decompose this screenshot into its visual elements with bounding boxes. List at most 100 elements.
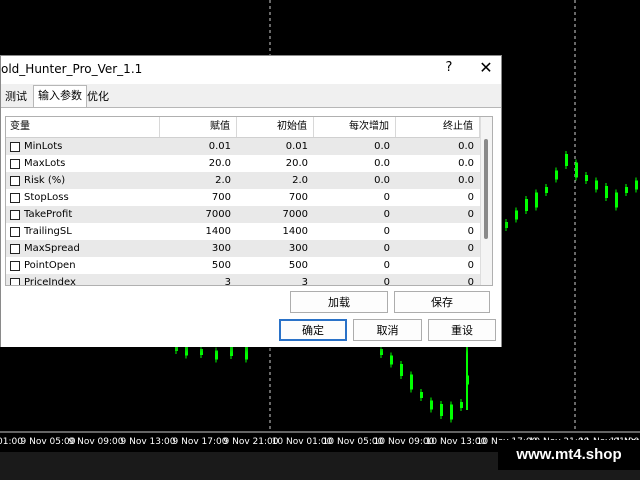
cell-value[interactable]: 3 <box>160 274 237 285</box>
time-label: 9 Nov 09:00 <box>68 437 124 447</box>
optimize-checkbox[interactable] <box>10 261 20 271</box>
column-value[interactable]: 赋值 <box>160 117 237 137</box>
cell-step[interactable]: 0 <box>314 223 396 240</box>
cell-start[interactable]: 20.0 <box>237 155 314 172</box>
table-scrollbar[interactable] <box>480 117 492 285</box>
cell-stop[interactable]: 0.0 <box>396 172 480 189</box>
table-row[interactable]: Risk (%) 2.0 2.0 0.0 0.0 <box>6 172 480 189</box>
close-button[interactable]: ✕ <box>477 58 495 77</box>
cell-step[interactable]: 0 <box>314 240 396 257</box>
ok-button[interactable]: 确定 <box>279 319 347 341</box>
cell-stop[interactable]: 0 <box>396 240 480 257</box>
variable-name: PriceIndex <box>24 277 76 286</box>
tab-inputs[interactable]: 输入参数 <box>33 85 87 108</box>
cell-value[interactable]: 300 <box>160 240 237 257</box>
variable-name: PointOpen <box>24 260 76 271</box>
column-step[interactable]: 每次增加 <box>314 117 396 137</box>
help-button[interactable]: ? <box>441 60 457 75</box>
cell-start[interactable]: 7000 <box>237 206 314 223</box>
cell-step[interactable]: 0 <box>314 189 396 206</box>
optimize-checkbox[interactable] <box>10 193 20 203</box>
cell-value[interactable]: 0.01 <box>160 138 237 155</box>
candle-body <box>390 355 393 365</box>
table-row[interactable]: TrailingSL 1400 1400 0 0 <box>6 223 480 240</box>
cell-stop[interactable]: 0 <box>396 274 480 285</box>
cell-stop[interactable]: 0 <box>396 189 480 206</box>
table-row[interactable]: StopLoss 700 700 0 0 <box>6 189 480 206</box>
column-stop[interactable]: 终止值 <box>396 117 480 137</box>
table-row[interactable]: MaxLots 20.0 20.0 0.0 0.0 <box>6 155 480 172</box>
cell-start[interactable]: 2.0 <box>237 172 314 189</box>
cell-stop[interactable]: 0.0 <box>396 155 480 172</box>
cell-start[interactable]: 700 <box>237 189 314 206</box>
optimize-checkbox[interactable] <box>10 210 20 220</box>
table-row[interactable]: PriceIndex 3 3 0 0 <box>6 274 480 286</box>
candle-body <box>505 222 508 228</box>
cell-step[interactable]: 0 <box>314 257 396 274</box>
cell-start[interactable]: 500 <box>237 257 314 274</box>
table-row[interactable]: MaxSpread 300 300 0 0 <box>6 240 480 257</box>
cell-value[interactable]: 2.0 <box>160 172 237 189</box>
variable-name: StopLoss <box>24 192 69 203</box>
cell-step[interactable]: 0 <box>314 274 396 285</box>
candle-body <box>420 392 423 398</box>
cell-stop[interactable]: 0.0 <box>396 138 480 155</box>
optimize-checkbox[interactable] <box>10 142 20 152</box>
cell-step[interactable]: 0.0 <box>314 155 396 172</box>
cell-value[interactable]: 500 <box>160 257 237 274</box>
optimize-checkbox[interactable] <box>10 278 20 285</box>
variable-name: Risk (%) <box>24 175 66 186</box>
tab-optimization[interactable]: 优化 <box>83 88 113 106</box>
optimize-checkbox[interactable] <box>10 244 20 254</box>
variable-name: TakeProfit <box>24 209 73 220</box>
cell-step[interactable]: 0.0 <box>314 172 396 189</box>
candle-body <box>625 187 628 193</box>
cell-start[interactable]: 300 <box>237 240 314 257</box>
table-row[interactable]: TakeProfit 7000 7000 0 0 <box>6 206 480 223</box>
cancel-button[interactable]: 取消 <box>353 319 422 341</box>
cell-stop[interactable]: 0 <box>396 223 480 240</box>
optimize-checkbox[interactable] <box>10 159 20 169</box>
candle-body <box>605 186 608 198</box>
cell-value[interactable]: 20.0 <box>160 155 237 172</box>
reset-button[interactable]: 重设 <box>428 319 496 341</box>
candle-body <box>575 162 578 178</box>
table-row[interactable]: PointOpen 500 500 0 0 <box>6 257 480 274</box>
candle-body <box>380 349 383 355</box>
cell-stop[interactable]: 0 <box>396 206 480 223</box>
table-row[interactable]: MinLots 0.01 0.01 0.0 0.0 <box>6 138 480 155</box>
time-label: 9 Nov 13:00 <box>120 437 176 447</box>
variable-name: MinLots <box>24 141 63 152</box>
candle-body <box>585 175 588 181</box>
table-header: 变量 赋值 初始值 每次增加 终止值 <box>6 117 480 138</box>
cell-start[interactable]: 0.01 <box>237 138 314 155</box>
cell-step[interactable]: 0.0 <box>314 138 396 155</box>
cell-start[interactable]: 1400 <box>237 223 314 240</box>
variable-name: MaxLots <box>24 158 66 169</box>
load-button[interactable]: 加载 <box>290 291 388 313</box>
optimize-checkbox[interactable] <box>10 176 20 186</box>
cell-start[interactable]: 3 <box>237 274 314 285</box>
cell-value[interactable]: 700 <box>160 189 237 206</box>
save-button[interactable]: 保存 <box>394 291 490 313</box>
candle-body <box>555 170 558 180</box>
scrollbar-thumb[interactable] <box>484 139 488 239</box>
watermark: www.mt4.shop <box>498 440 640 470</box>
tab-testing[interactable]: 测试 <box>1 88 31 106</box>
candle-body <box>440 404 443 416</box>
cell-stop[interactable]: 0 <box>396 257 480 274</box>
candle-body <box>535 192 538 208</box>
time-label: 9 Nov 21:00 <box>223 437 279 447</box>
candle-body <box>595 180 598 190</box>
candle-body <box>565 154 568 166</box>
column-start[interactable]: 初始值 <box>237 117 314 137</box>
cell-step[interactable]: 0 <box>314 206 396 223</box>
column-variable[interactable]: 变量 <box>6 117 160 137</box>
cell-value[interactable]: 7000 <box>160 206 237 223</box>
optimize-checkbox[interactable] <box>10 227 20 237</box>
inputs-panel: 变量 赋值 初始值 每次增加 终止值 MinLots 0.01 0.01 0.0 0.0… <box>1 107 501 347</box>
candle-body <box>215 350 218 360</box>
cell-value[interactable]: 1400 <box>160 223 237 240</box>
candle-body <box>545 187 548 193</box>
candle-body <box>200 349 203 355</box>
